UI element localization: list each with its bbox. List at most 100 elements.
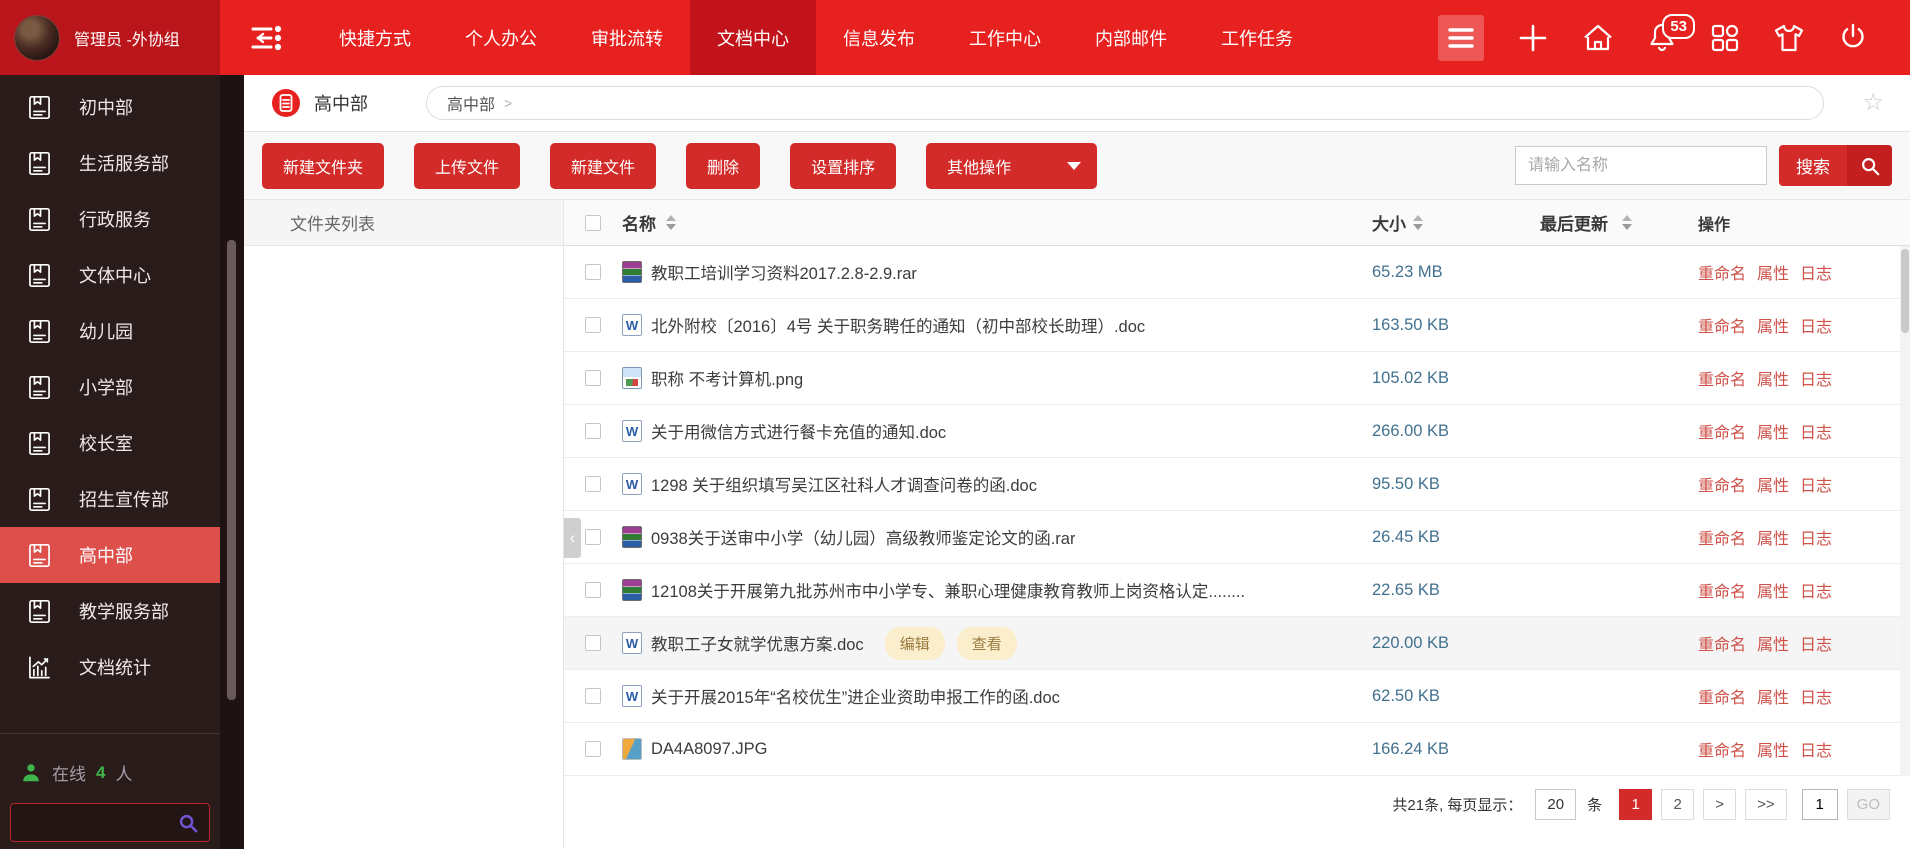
sidebar-item[interactable]: 文档统计 bbox=[0, 639, 220, 695]
sort-icon[interactable] bbox=[1413, 215, 1423, 230]
panel-collapse-handle[interactable]: ‹ bbox=[564, 518, 581, 558]
row-checkbox[interactable] bbox=[585, 317, 601, 333]
table-row[interactable]: DA4A8097.JPG 166.24 KB 重命名 属性 日志 bbox=[564, 723, 1910, 776]
log-link[interactable]: 日志 bbox=[1800, 419, 1832, 443]
sidebar-search-input[interactable] bbox=[10, 803, 210, 842]
other-actions-dropdown[interactable]: 其他操作 bbox=[926, 143, 1097, 189]
table-row[interactable]: 0938关于送审中小学（幼儿园）高级教师鉴定论文的函.rar 26.45 KB … bbox=[564, 511, 1910, 564]
file-name[interactable]: 北外附校〔2016〕4号 关于职务聘任的通知（初中部校长助理）.doc bbox=[651, 313, 1145, 337]
table-scrollbar-thumb[interactable] bbox=[1901, 249, 1909, 333]
rename-link[interactable]: 重命名 bbox=[1698, 313, 1746, 337]
log-link[interactable]: 日志 bbox=[1800, 313, 1832, 337]
nav-item[interactable]: 信息发布 bbox=[816, 0, 942, 75]
sidebar-item[interactable]: 教学服务部 bbox=[0, 583, 220, 639]
row-checkbox[interactable] bbox=[585, 635, 601, 651]
properties-link[interactable]: 属性 bbox=[1757, 313, 1789, 337]
row-checkbox[interactable] bbox=[585, 582, 601, 598]
nav-item[interactable]: 内部邮件 bbox=[1068, 0, 1194, 75]
row-checkbox[interactable] bbox=[585, 529, 601, 545]
nav-item[interactable]: 审批流转 bbox=[564, 0, 690, 75]
table-row[interactable]: 职称 不考计算机.png 105.02 KB 重命名 属性 日志 bbox=[564, 352, 1910, 405]
properties-link[interactable]: 属性 bbox=[1757, 366, 1789, 390]
rename-link[interactable]: 重命名 bbox=[1698, 260, 1746, 284]
properties-link[interactable]: 属性 bbox=[1757, 737, 1789, 761]
last-page-button[interactable]: >> bbox=[1745, 789, 1787, 820]
sidebar-item[interactable]: 初中部 bbox=[0, 79, 220, 135]
rename-link[interactable]: 重命名 bbox=[1698, 366, 1746, 390]
properties-link[interactable]: 属性 bbox=[1757, 631, 1789, 655]
user-box[interactable]: 管理员 -外协组 bbox=[0, 0, 220, 75]
table-row[interactable]: 北外附校〔2016〕4号 关于职务聘任的通知（初中部校长助理）.doc 163.… bbox=[564, 299, 1910, 352]
toolbar-button[interactable]: 新建文件夹 bbox=[262, 143, 384, 189]
breadcrumb[interactable]: 高中部 > bbox=[426, 86, 1824, 120]
rename-link[interactable]: 重命名 bbox=[1698, 737, 1746, 761]
toolbar-button[interactable]: 删除 bbox=[686, 143, 760, 189]
rename-link[interactable]: 重命名 bbox=[1698, 631, 1746, 655]
page-size-box[interactable]: 20 bbox=[1535, 789, 1576, 820]
apps-menu-button[interactable] bbox=[1438, 15, 1484, 61]
sort-icon[interactable] bbox=[666, 215, 676, 230]
table-row[interactable]: 1298 关于组织填写吴江区社科人才调查问卷的函.doc 95.50 KB 重命… bbox=[564, 458, 1910, 511]
apps-grid-icon[interactable] bbox=[1710, 23, 1740, 53]
log-link[interactable]: 日志 bbox=[1800, 525, 1832, 549]
toolbar-button[interactable]: 上传文件 bbox=[414, 143, 520, 189]
log-link[interactable]: 日志 bbox=[1800, 472, 1832, 496]
file-name[interactable]: 0938关于送审中小学（幼儿园）高级教师鉴定论文的函.rar bbox=[651, 525, 1075, 549]
goto-page-input[interactable] bbox=[1802, 789, 1838, 820]
log-link[interactable]: 日志 bbox=[1800, 631, 1832, 655]
row-checkbox[interactable] bbox=[585, 423, 601, 439]
log-link[interactable]: 日志 bbox=[1800, 260, 1832, 284]
rename-link[interactable]: 重命名 bbox=[1698, 472, 1746, 496]
sidebar-scrollbar-thumb[interactable] bbox=[227, 240, 236, 700]
table-row[interactable]: 关于用微信方式进行餐卡充值的通知.doc 266.00 KB 重命名 属性 日志 bbox=[564, 405, 1910, 458]
search-button[interactable]: 搜索 bbox=[1779, 145, 1892, 186]
nav-item[interactable]: 工作任务 bbox=[1194, 0, 1320, 75]
row-badge[interactable]: 编辑 bbox=[885, 627, 945, 660]
nav-item[interactable]: 快捷方式 bbox=[312, 0, 438, 75]
table-row[interactable]: 教职工培训学习资料2017.2.8-2.9.rar 65.23 MB 重命名 属… bbox=[564, 246, 1910, 299]
properties-link[interactable]: 属性 bbox=[1757, 525, 1789, 549]
table-row[interactable]: 教职工子女就学优惠方案.doc 编辑查看 220.00 KB 重命名 属性 日志 bbox=[564, 617, 1910, 670]
file-name[interactable]: 12108关于开展第九批苏州市中小学专、兼职心理健康教育教师上岗资格认定....… bbox=[651, 578, 1245, 602]
sidebar-item[interactable]: 行政服务 bbox=[0, 191, 220, 247]
sort-icon[interactable] bbox=[1622, 215, 1632, 230]
page-button-1[interactable]: 1 bbox=[1619, 789, 1652, 820]
go-button[interactable]: GO bbox=[1847, 789, 1890, 820]
rename-link[interactable]: 重命名 bbox=[1698, 525, 1746, 549]
properties-link[interactable]: 属性 bbox=[1757, 472, 1789, 496]
log-link[interactable]: 日志 bbox=[1800, 366, 1832, 390]
file-name[interactable]: 教职工子女就学优惠方案.doc bbox=[651, 631, 864, 655]
rename-link[interactable]: 重命名 bbox=[1698, 684, 1746, 708]
sidebar-item[interactable]: 生活服务部 bbox=[0, 135, 220, 191]
breadcrumb-item[interactable]: 高中部 bbox=[447, 91, 495, 115]
file-name[interactable]: 职称 不考计算机.png bbox=[651, 366, 803, 390]
home-icon[interactable] bbox=[1582, 22, 1614, 54]
properties-link[interactable]: 属性 bbox=[1757, 419, 1789, 443]
file-name[interactable]: 关于用微信方式进行餐卡充值的通知.doc bbox=[651, 419, 946, 443]
row-checkbox[interactable] bbox=[585, 370, 601, 386]
table-row[interactable]: 关于开展2015年“名校优生”进企业资助申报工作的函.doc 62.50 KB … bbox=[564, 670, 1910, 723]
row-checkbox[interactable] bbox=[585, 264, 601, 280]
row-badge[interactable]: 查看 bbox=[957, 627, 1017, 660]
power-icon[interactable] bbox=[1838, 22, 1868, 54]
file-name[interactable]: 关于开展2015年“名校优生”进企业资助申报工作的函.doc bbox=[651, 684, 1060, 708]
properties-link[interactable]: 属性 bbox=[1757, 260, 1789, 284]
row-checkbox[interactable] bbox=[585, 688, 601, 704]
theme-shirt-icon[interactable] bbox=[1773, 23, 1805, 53]
favorite-star-icon[interactable]: ☆ bbox=[1862, 91, 1884, 115]
sidebar-item[interactable]: 小学部 bbox=[0, 359, 220, 415]
file-name[interactable]: 教职工培训学习资料2017.2.8-2.9.rar bbox=[651, 260, 917, 284]
row-checkbox[interactable] bbox=[585, 741, 601, 757]
nav-item[interactable]: 工作中心 bbox=[942, 0, 1068, 75]
name-search-input[interactable] bbox=[1515, 146, 1767, 185]
nav-item[interactable]: 个人办公 bbox=[438, 0, 564, 75]
log-link[interactable]: 日志 bbox=[1800, 737, 1832, 761]
rename-link[interactable]: 重命名 bbox=[1698, 578, 1746, 602]
properties-link[interactable]: 属性 bbox=[1757, 684, 1789, 708]
nav-item[interactable]: 文档中心 bbox=[690, 0, 816, 75]
next-page-button[interactable]: > bbox=[1703, 789, 1736, 820]
sidebar-item[interactable]: 高中部 bbox=[0, 527, 220, 583]
nav-collapse-button[interactable] bbox=[220, 0, 312, 75]
table-row[interactable]: 12108关于开展第九批苏州市中小学专、兼职心理健康教育教师上岗资格认定....… bbox=[564, 564, 1910, 617]
sidebar-item[interactable]: 校长室 bbox=[0, 415, 220, 471]
